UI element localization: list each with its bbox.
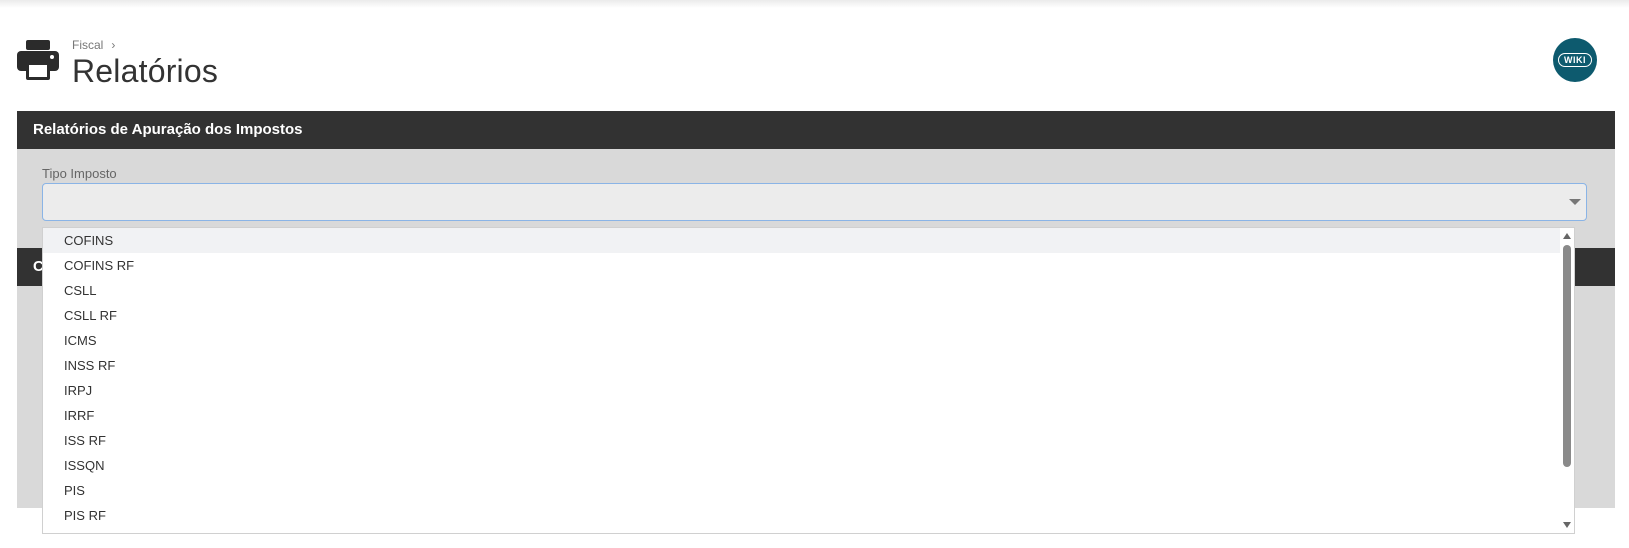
wiki-button[interactable]: WIKI xyxy=(1553,38,1597,82)
tipo-imposto-select[interactable] xyxy=(42,183,1587,221)
wiki-icon: WIKI xyxy=(1558,53,1592,67)
dropdown-scrollbar[interactable] xyxy=(1560,228,1574,533)
dropdown-option[interactable]: INSS RF xyxy=(43,353,1561,378)
dropdown-option[interactable]: ISSQN xyxy=(43,453,1561,478)
tipo-imposto-dropdown[interactable]: COFINS COFINS RF CSLL CSLL RF ICMS INSS … xyxy=(42,227,1575,534)
dropdown-option[interactable]: ICMS xyxy=(43,328,1561,353)
scroll-thumb[interactable] xyxy=(1563,245,1571,467)
tipo-imposto-label: Tipo Imposto xyxy=(42,166,117,181)
breadcrumb: Fiscal › xyxy=(72,38,115,52)
dropdown-option[interactable]: CSLL xyxy=(43,278,1561,303)
dropdown-option[interactable]: IRPJ xyxy=(43,378,1561,403)
panel-title: Relatórios de Apuração dos Impostos xyxy=(17,111,1615,149)
dropdown-option[interactable]: IRRF xyxy=(43,403,1561,428)
topbar-shadow xyxy=(0,0,1629,8)
caret-down-icon[interactable] xyxy=(1569,199,1581,205)
chevron-right-icon: › xyxy=(111,38,116,52)
dropdown-option[interactable]: COFINS RF xyxy=(43,253,1561,278)
dropdown-option[interactable]: PIS xyxy=(43,478,1561,503)
printer-icon xyxy=(17,40,59,80)
dropdown-option[interactable]: COFINS xyxy=(43,228,1561,253)
dropdown-list: COFINS COFINS RF CSLL CSLL RF ICMS INSS … xyxy=(43,228,1561,528)
dropdown-option[interactable]: PIS RF xyxy=(43,503,1561,528)
dropdown-option[interactable]: CSLL RF xyxy=(43,303,1561,328)
scroll-down-arrow-icon[interactable] xyxy=(1563,522,1571,528)
dropdown-option[interactable]: ISS RF xyxy=(43,428,1561,453)
breadcrumb-item-fiscal[interactable]: Fiscal xyxy=(72,38,103,52)
page-title: Relatórios xyxy=(72,53,219,89)
page-header: Fiscal › Relatórios xyxy=(17,38,1617,98)
scroll-up-arrow-icon[interactable] xyxy=(1563,233,1571,239)
